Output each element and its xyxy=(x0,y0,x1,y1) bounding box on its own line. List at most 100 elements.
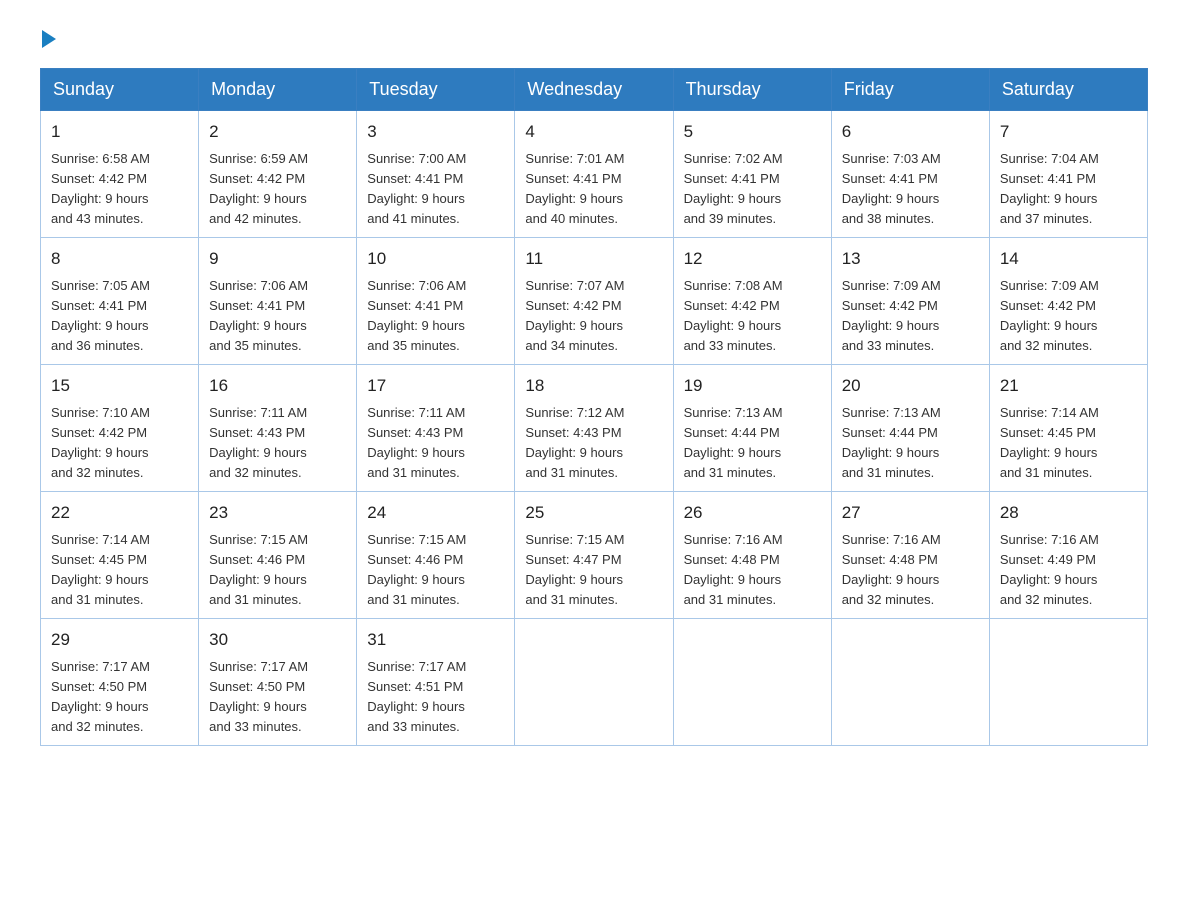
calendar-day-cell: 8 Sunrise: 7:05 AMSunset: 4:41 PMDaylight… xyxy=(41,238,199,365)
day-number: 15 xyxy=(51,373,188,399)
calendar-day-cell: 26 Sunrise: 7:16 AMSunset: 4:48 PMDayligh… xyxy=(673,492,831,619)
day-info: Sunrise: 6:58 AMSunset: 4:42 PMDaylight:… xyxy=(51,151,150,226)
day-info: Sunrise: 7:04 AMSunset: 4:41 PMDaylight:… xyxy=(1000,151,1099,226)
calendar-day-cell: 30 Sunrise: 7:17 AMSunset: 4:50 PMDayligh… xyxy=(199,619,357,746)
day-number: 5 xyxy=(684,119,821,145)
calendar-day-cell: 16Sunrise: 7:11 AMSunset: 4:43 PMDayligh… xyxy=(199,365,357,492)
day-number: 19 xyxy=(684,373,821,399)
day-info: Sunrise: 7:15 AMSunset: 4:46 PMDaylight:… xyxy=(209,532,308,607)
calendar-day-cell: 31 Sunrise: 7:17 AMSunset: 4:51 PMDayligh… xyxy=(357,619,515,746)
calendar-day-cell: 15 Sunrise: 7:10 AMSunset: 4:42 PMDayligh… xyxy=(41,365,199,492)
day-number: 28 xyxy=(1000,500,1137,526)
calendar-day-cell: 28 Sunrise: 7:16 AMSunset: 4:49 PMDayligh… xyxy=(989,492,1147,619)
day-info: Sunrise: 7:03 AMSunset: 4:41 PMDaylight:… xyxy=(842,151,941,226)
calendar-day-cell: 7Sunrise: 7:04 AMSunset: 4:41 PMDaylight… xyxy=(989,111,1147,238)
day-info: Sunrise: 7:14 AMSunset: 4:45 PMDaylight:… xyxy=(51,532,150,607)
calendar-day-cell: 2 Sunrise: 6:59 AMSunset: 4:42 PMDaylight… xyxy=(199,111,357,238)
calendar-day-cell: 21 Sunrise: 7:14 AMSunset: 4:45 PMDayligh… xyxy=(989,365,1147,492)
calendar-week-row: 15 Sunrise: 7:10 AMSunset: 4:42 PMDayligh… xyxy=(41,365,1148,492)
day-info: Sunrise: 7:01 AMSunset: 4:41 PMDaylight:… xyxy=(525,151,624,226)
page-header xyxy=(40,30,1148,48)
day-info: Sunrise: 7:13 AMSunset: 4:44 PMDaylight:… xyxy=(684,405,783,480)
day-number: 10 xyxy=(367,246,504,272)
day-info: Sunrise: 7:07 AMSunset: 4:42 PMDaylight:… xyxy=(525,278,624,353)
calendar-day-cell: 1 Sunrise: 6:58 AMSunset: 4:42 PMDaylight… xyxy=(41,111,199,238)
calendar-day-cell xyxy=(673,619,831,746)
day-of-week-header: Friday xyxy=(831,69,989,111)
day-number: 29 xyxy=(51,627,188,653)
day-number: 6 xyxy=(842,119,979,145)
day-of-week-header: Monday xyxy=(199,69,357,111)
day-number: 31 xyxy=(367,627,504,653)
calendar-day-cell: 25 Sunrise: 7:15 AMSunset: 4:47 PMDayligh… xyxy=(515,492,673,619)
calendar-day-cell: 27 Sunrise: 7:16 AMSunset: 4:48 PMDayligh… xyxy=(831,492,989,619)
calendar-day-cell: 11Sunrise: 7:07 AMSunset: 4:42 PMDayligh… xyxy=(515,238,673,365)
day-info: Sunrise: 7:15 AMSunset: 4:47 PMDaylight:… xyxy=(525,532,624,607)
day-number: 23 xyxy=(209,500,346,526)
calendar-day-cell xyxy=(989,619,1147,746)
day-number: 8 xyxy=(51,246,188,272)
day-of-week-header: Tuesday xyxy=(357,69,515,111)
calendar-day-cell: 24 Sunrise: 7:15 AMSunset: 4:46 PMDayligh… xyxy=(357,492,515,619)
day-info: Sunrise: 7:14 AMSunset: 4:45 PMDaylight:… xyxy=(1000,405,1099,480)
day-number: 20 xyxy=(842,373,979,399)
calendar-day-cell: 9Sunrise: 7:06 AMSunset: 4:41 PMDaylight… xyxy=(199,238,357,365)
calendar-day-cell: 29Sunrise: 7:17 AMSunset: 4:50 PMDayligh… xyxy=(41,619,199,746)
day-number: 18 xyxy=(525,373,662,399)
calendar-week-row: 1 Sunrise: 6:58 AMSunset: 4:42 PMDaylight… xyxy=(41,111,1148,238)
calendar-day-cell: 4Sunrise: 7:01 AMSunset: 4:41 PMDaylight… xyxy=(515,111,673,238)
day-number: 9 xyxy=(209,246,346,272)
day-info: Sunrise: 7:10 AMSunset: 4:42 PMDaylight:… xyxy=(51,405,150,480)
day-number: 2 xyxy=(209,119,346,145)
calendar-header-row: SundayMondayTuesdayWednesdayThursdayFrid… xyxy=(41,69,1148,111)
day-number: 22 xyxy=(51,500,188,526)
calendar-day-cell: 19 Sunrise: 7:13 AMSunset: 4:44 PMDayligh… xyxy=(673,365,831,492)
day-info: Sunrise: 7:05 AMSunset: 4:41 PMDaylight:… xyxy=(51,278,150,353)
day-info: Sunrise: 7:16 AMSunset: 4:49 PMDaylight:… xyxy=(1000,532,1099,607)
day-number: 25 xyxy=(525,500,662,526)
day-number: 3 xyxy=(367,119,504,145)
day-info: Sunrise: 7:06 AMSunset: 4:41 PMDaylight:… xyxy=(367,278,466,353)
calendar-day-cell: 20 Sunrise: 7:13 AMSunset: 4:44 PMDayligh… xyxy=(831,365,989,492)
calendar-day-cell: 14Sunrise: 7:09 AMSunset: 4:42 PMDayligh… xyxy=(989,238,1147,365)
day-of-week-header: Saturday xyxy=(989,69,1147,111)
day-of-week-header: Wednesday xyxy=(515,69,673,111)
calendar-day-cell: 6 Sunrise: 7:03 AMSunset: 4:41 PMDaylight… xyxy=(831,111,989,238)
calendar-table: SundayMondayTuesdayWednesdayThursdayFrid… xyxy=(40,68,1148,746)
day-number: 21 xyxy=(1000,373,1137,399)
calendar-day-cell: 5 Sunrise: 7:02 AMSunset: 4:41 PMDaylight… xyxy=(673,111,831,238)
calendar-day-cell xyxy=(831,619,989,746)
day-info: Sunrise: 7:00 AMSunset: 4:41 PMDaylight:… xyxy=(367,151,466,226)
day-info: Sunrise: 7:11 AMSunset: 4:43 PMDaylight:… xyxy=(367,405,465,480)
day-info: Sunrise: 7:17 AMSunset: 4:51 PMDaylight:… xyxy=(367,659,466,734)
calendar-day-cell: 3 Sunrise: 7:00 AMSunset: 4:41 PMDaylight… xyxy=(357,111,515,238)
day-info: Sunrise: 6:59 AMSunset: 4:42 PMDaylight:… xyxy=(209,151,308,226)
calendar-day-cell: 18Sunrise: 7:12 AMSunset: 4:43 PMDayligh… xyxy=(515,365,673,492)
day-info: Sunrise: 7:15 AMSunset: 4:46 PMDaylight:… xyxy=(367,532,466,607)
day-info: Sunrise: 7:08 AMSunset: 4:42 PMDaylight:… xyxy=(684,278,783,353)
day-number: 1 xyxy=(51,119,188,145)
day-info: Sunrise: 7:02 AMSunset: 4:41 PMDaylight:… xyxy=(684,151,783,226)
day-info: Sunrise: 7:17 AMSunset: 4:50 PMDaylight:… xyxy=(209,659,308,734)
calendar-day-cell xyxy=(515,619,673,746)
day-number: 14 xyxy=(1000,246,1137,272)
day-of-week-header: Thursday xyxy=(673,69,831,111)
day-info: Sunrise: 7:09 AMSunset: 4:42 PMDaylight:… xyxy=(842,278,941,353)
day-number: 17 xyxy=(367,373,504,399)
day-info: Sunrise: 7:16 AMSunset: 4:48 PMDaylight:… xyxy=(842,532,941,607)
day-info: Sunrise: 7:13 AMSunset: 4:44 PMDaylight:… xyxy=(842,405,941,480)
calendar-day-cell: 12Sunrise: 7:08 AMSunset: 4:42 PMDayligh… xyxy=(673,238,831,365)
calendar-week-row: 8 Sunrise: 7:05 AMSunset: 4:41 PMDaylight… xyxy=(41,238,1148,365)
logo-arrow-icon xyxy=(42,30,56,48)
day-number: 13 xyxy=(842,246,979,272)
calendar-week-row: 29 Sunrise: 7:17 AMSunset: 4:50 PMDayligh… xyxy=(41,619,1148,746)
calendar-day-cell: 10 Sunrise: 7:06 AMSunset: 4:41 PMDayligh… xyxy=(357,238,515,365)
day-info: Sunrise: 7:11 AMSunset: 4:43 PMDaylight:… xyxy=(209,405,307,480)
day-number: 27 xyxy=(842,500,979,526)
logo xyxy=(40,30,58,48)
day-number: 24 xyxy=(367,500,504,526)
calendar-day-cell: 17 Sunrise: 7:11 AMSunset: 4:43 PMDayligh… xyxy=(357,365,515,492)
day-number: 30 xyxy=(209,627,346,653)
day-info: Sunrise: 7:16 AMSunset: 4:48 PMDaylight:… xyxy=(684,532,783,607)
day-number: 26 xyxy=(684,500,821,526)
